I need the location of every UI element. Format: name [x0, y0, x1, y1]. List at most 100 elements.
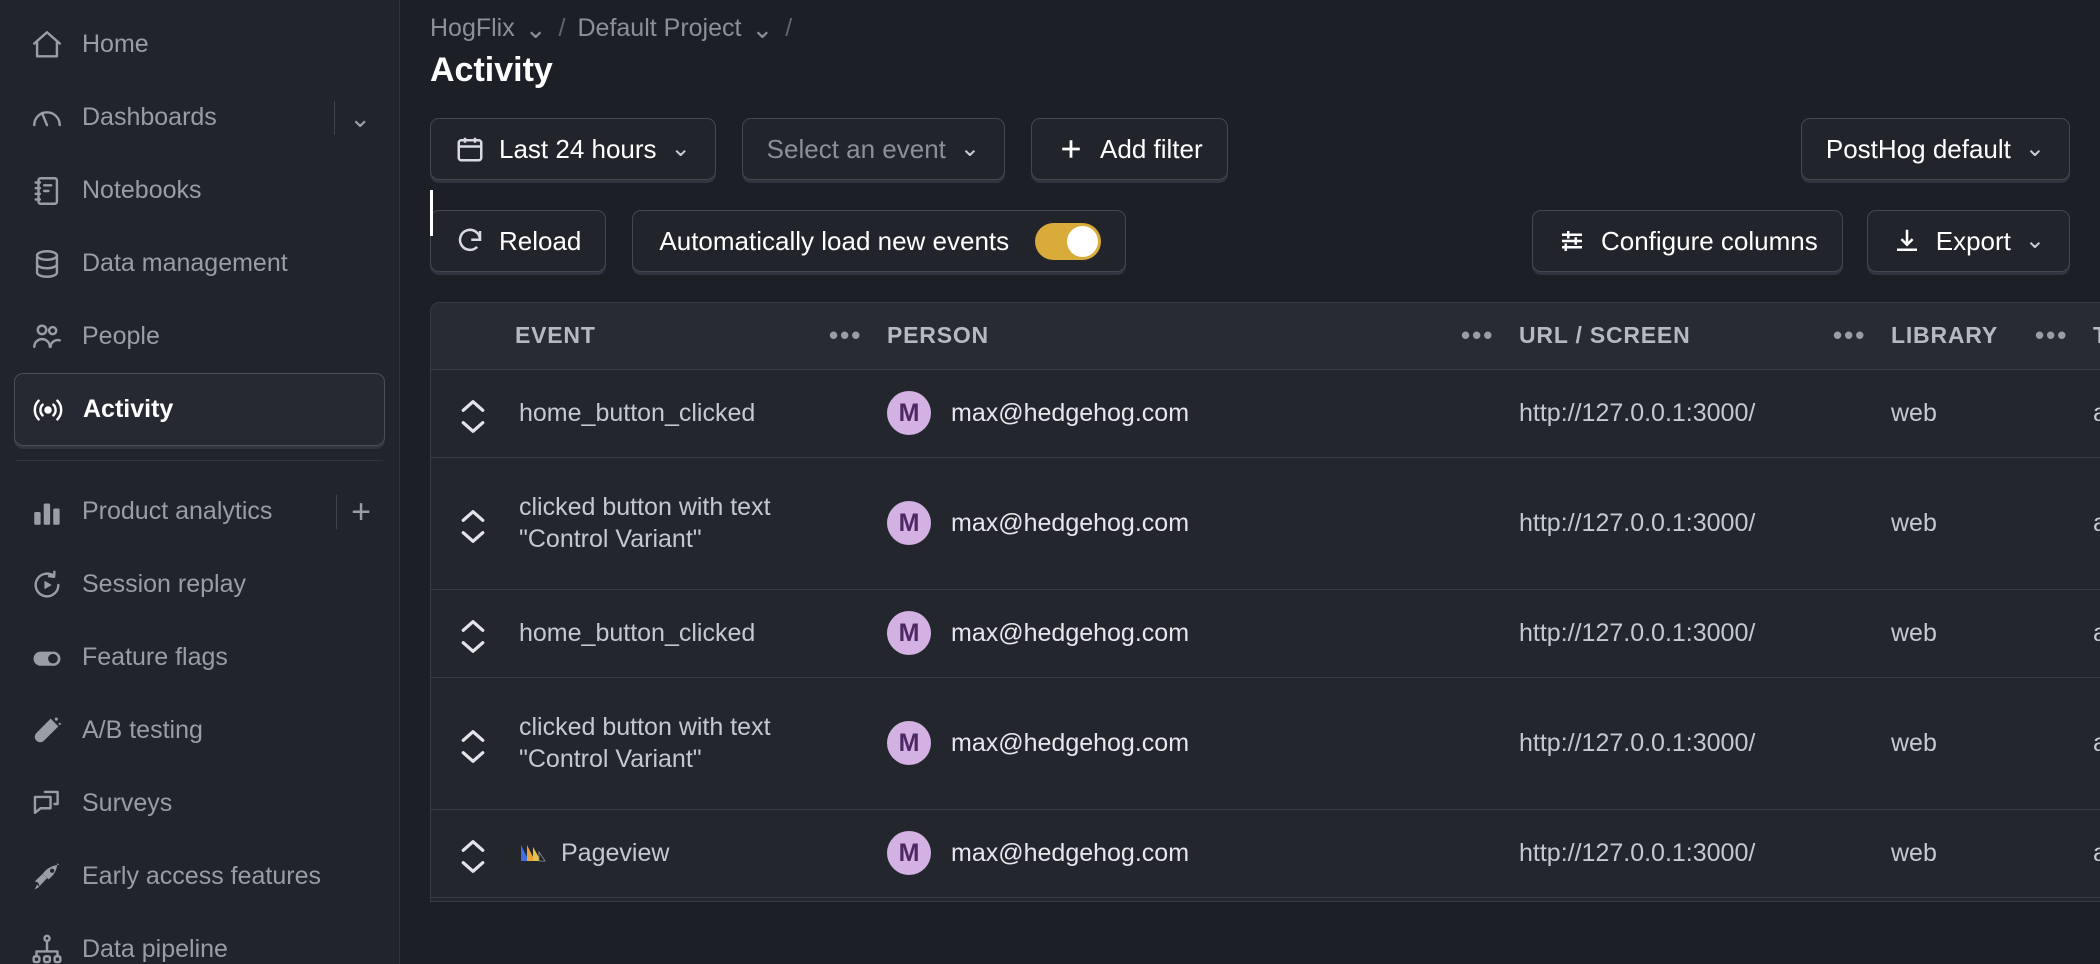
cell-url-gap — [1819, 369, 1891, 458]
cell-library[interactable]: web — [1891, 369, 2021, 458]
table-row[interactable]: clicked button with text "Control Varian… — [431, 677, 2100, 810]
chevron-down-icon — [461, 530, 485, 543]
column-header-person[interactable]: PERSON — [887, 303, 1447, 370]
column-header-event[interactable]: EVENT — [515, 303, 815, 370]
ellipsis-icon: ••• — [2035, 320, 2069, 351]
cell-person[interactable]: M max@hedgehog.com — [887, 589, 1447, 678]
breadcrumb-org[interactable]: HogFlix ⌄ — [430, 14, 547, 43]
date-range-button[interactable]: Last 24 hours ⌄ — [430, 118, 716, 180]
cell-person[interactable]: M max@hedgehog.com — [887, 369, 1447, 458]
sidebar-item-home[interactable]: Home — [14, 8, 385, 81]
chat-bubbles-icon — [28, 785, 66, 823]
cell-event[interactable]: Identify — [515, 897, 815, 901]
cell-person-gap — [1447, 369, 1519, 458]
column-header-library[interactable]: LIBRARY — [1891, 303, 2021, 370]
column-menu-library[interactable]: ••• — [2021, 303, 2093, 370]
row-sort-cell[interactable] — [431, 677, 515, 810]
events-table-container[interactable]: EVENT ••• PERSON ••• URL / SCREEN ••• LI… — [430, 302, 2100, 902]
cell-person[interactable]: M max@hedgehog.com — [887, 677, 1447, 810]
sidebar-item-session-replay[interactable]: Session replay — [14, 548, 385, 621]
event-select-button[interactable]: Select an event ⌄ — [741, 118, 1006, 180]
sidebar-item-notebooks[interactable]: Notebooks — [14, 154, 385, 227]
sort-arrows[interactable] — [460, 838, 486, 875]
cell-event[interactable]: clicked button with text "Control Varian… — [515, 677, 815, 810]
sort-arrows[interactable] — [460, 728, 486, 765]
cell-timestamp[interactable]: a mi — [2093, 369, 2100, 458]
sort-arrows[interactable] — [460, 398, 486, 435]
breadcrumb-project[interactable]: Default Project ⌄ — [578, 14, 774, 43]
column-menu-event[interactable]: ••• — [815, 303, 887, 370]
cell-url[interactable]: http://127.0.0.1:3000/ — [1519, 897, 1819, 901]
events-table: EVENT ••• PERSON ••• URL / SCREEN ••• LI… — [431, 303, 2100, 901]
cell-event[interactable]: home_button_clicked — [515, 369, 815, 458]
cell-event[interactable]: clicked button with text "Control Varian… — [515, 457, 815, 590]
auto-load-toggle-row[interactable]: Automatically load new events — [632, 210, 1127, 272]
sidebar-item-add[interactable]: + — [336, 494, 371, 529]
table-row[interactable]: clicked button with text "Control Varian… — [431, 457, 2100, 590]
cell-timestamp[interactable]: a mi — [2093, 589, 2100, 678]
sidebar-item-dashboards[interactable]: Dashboards ⌄ — [14, 81, 385, 154]
cell-url[interactable]: http://127.0.0.1:3000/ — [1519, 677, 1819, 810]
table-row[interactable]: home_button_clicked M max@hedgehog.com h… — [431, 589, 2100, 678]
cell-person[interactable]: M max@hedgehog.com — [887, 457, 1447, 590]
row-sort-cell[interactable] — [431, 457, 515, 590]
cell-library[interactable]: web — [1891, 897, 2021, 901]
sidebar-item-people[interactable]: People — [14, 300, 385, 373]
pipeline-icon — [28, 931, 66, 964]
sort-arrows[interactable] — [460, 508, 486, 545]
cell-url[interactable]: http://127.0.0.1:3000/ — [1519, 457, 1819, 590]
event-name: Pageview — [561, 839, 670, 867]
avatar: M — [887, 391, 931, 435]
column-header-url[interactable]: URL / SCREEN — [1519, 303, 1819, 370]
sidebar-item-data-pipeline[interactable]: Data pipeline — [14, 913, 385, 964]
columns-preset-button[interactable]: PostHog default ⌄ — [1800, 118, 2070, 180]
cell-library[interactable]: web — [1891, 589, 2021, 678]
sidebar-item-expand[interactable]: ⌄ — [334, 100, 371, 135]
cell-timestamp[interactable]: a mi — [2093, 457, 2100, 590]
sidebar-item-data-management[interactable]: Data management — [14, 227, 385, 300]
cell-person[interactable]: M max@hedgehog.com — [887, 897, 1447, 901]
sidebar-item-activity[interactable]: Activity — [14, 373, 385, 446]
cell-timestamp[interactable]: a mi — [2093, 677, 2100, 810]
sidebar-item-early-access-features[interactable]: Early access features — [14, 840, 385, 913]
row-sort-cell[interactable] — [431, 809, 515, 898]
sidebar-item-a-b-testing[interactable]: A/B testing — [14, 694, 385, 767]
header-sort-spacer — [431, 303, 515, 370]
cell-url[interactable]: http://127.0.0.1:3000/ — [1519, 369, 1819, 458]
auto-load-switch[interactable] — [1035, 222, 1102, 260]
activity-broadcast-icon — [29, 391, 67, 429]
cell-event[interactable]: home_button_clicked — [515, 589, 815, 678]
cell-url-gap — [1819, 897, 1891, 901]
table-row[interactable]: home_button_clicked M max@hedgehog.com h… — [431, 369, 2100, 458]
sidebar-item-feature-flags[interactable]: Feature flags — [14, 621, 385, 694]
configure-columns-label: Configure columns — [1600, 225, 1818, 256]
column-header-timestamp[interactable]: TIMI — [2093, 303, 2100, 370]
add-filter-button[interactable]: Add filter — [1031, 118, 1228, 180]
row-sort-cell[interactable] — [431, 369, 515, 458]
row-sort-cell[interactable] — [431, 589, 515, 678]
cell-library[interactable]: web — [1891, 457, 2021, 590]
table-row[interactable]: Identify M max@hedgehog.com http://127.0… — [431, 897, 2100, 901]
cell-person[interactable]: M max@hedgehog.com — [887, 809, 1447, 898]
sidebar-item-surveys[interactable]: Surveys — [14, 767, 385, 840]
table-row[interactable]: Pageview M max@hedgehog.com http://127.0… — [431, 809, 2100, 898]
cell-timestamp[interactable]: a mi — [2093, 897, 2100, 901]
export-button[interactable]: Export ⌄ — [1866, 210, 2070, 272]
column-menu-url[interactable]: ••• — [1819, 303, 1891, 370]
configure-columns-button[interactable]: Configure columns — [1531, 210, 1843, 272]
column-menu-person[interactable]: ••• — [1447, 303, 1519, 370]
sort-arrows[interactable] — [460, 618, 486, 655]
cell-library[interactable]: web — [1891, 677, 2021, 810]
row-sort-cell[interactable] — [431, 897, 515, 901]
sidebar-item-label: Session replay — [82, 570, 246, 598]
reload-button[interactable]: Reload — [430, 210, 607, 272]
cell-timestamp[interactable]: a mi — [2093, 809, 2100, 898]
cell-url[interactable]: http://127.0.0.1:3000/ — [1519, 809, 1819, 898]
auto-load-label: Automatically load new events — [659, 225, 1010, 256]
cell-library-gap — [2021, 457, 2093, 590]
cell-url[interactable]: http://127.0.0.1:3000/ — [1519, 589, 1819, 678]
cell-event[interactable]: Pageview — [515, 809, 815, 898]
sidebar-item-product-analytics[interactable]: Product analytics + — [14, 475, 385, 548]
cell-library[interactable]: web — [1891, 809, 2021, 898]
columns-preset-label: PostHog default — [1825, 133, 2011, 164]
